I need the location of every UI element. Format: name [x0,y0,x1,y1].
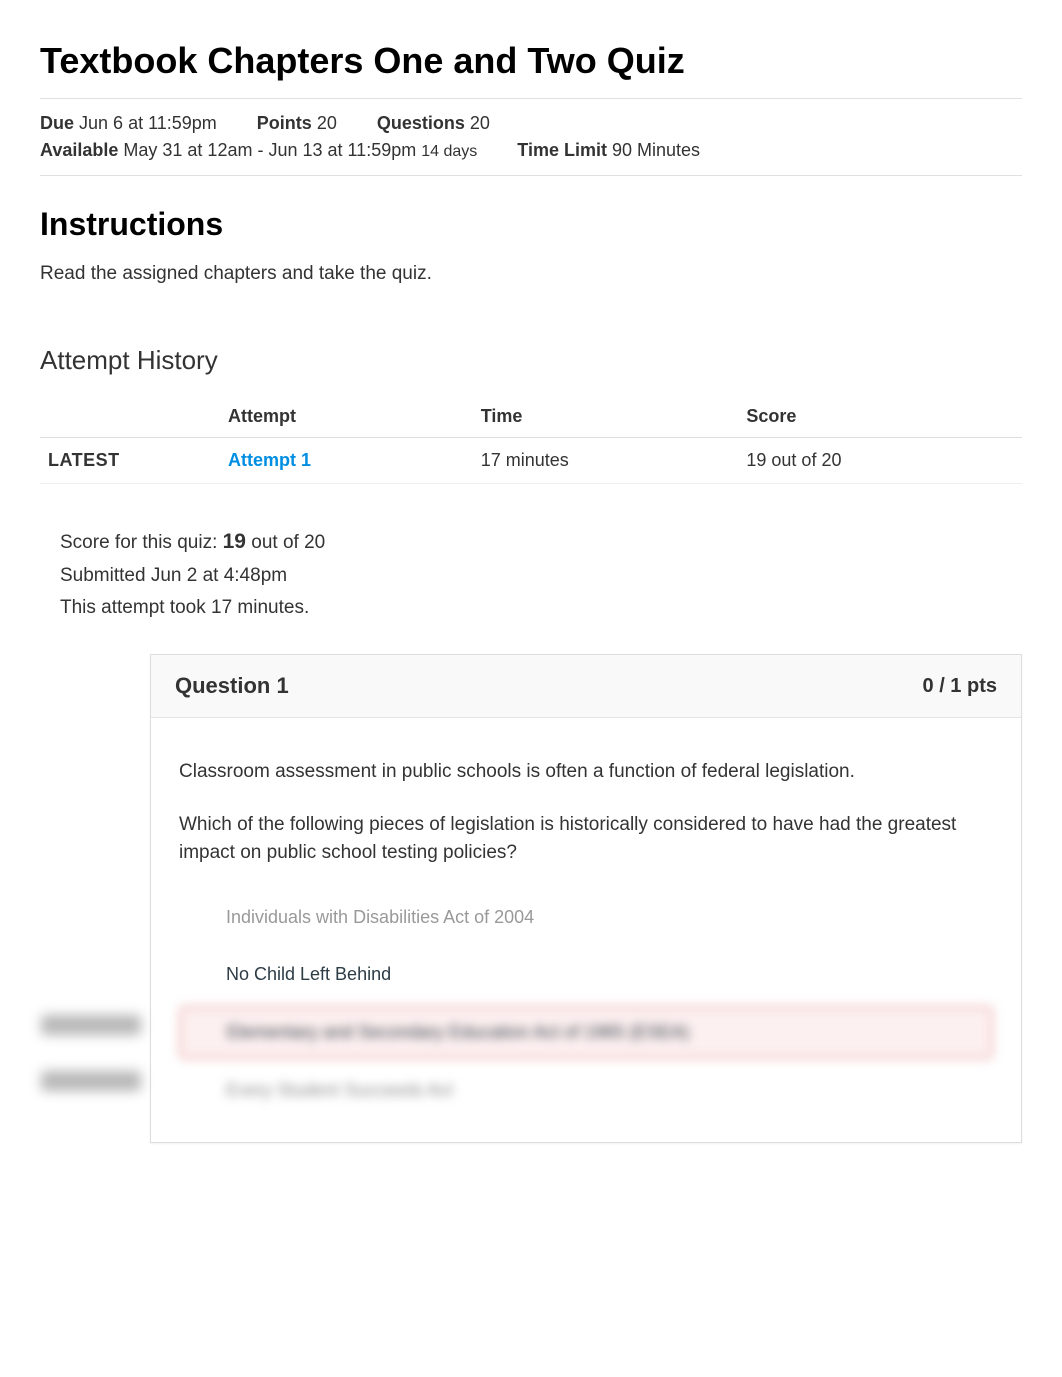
summary-line-2: Submitted Jun 2 at 4:48pm [60,560,1022,592]
col-score: Score [738,396,1022,438]
meta-points: Points 20 [257,113,337,134]
answer-text: Every Student Succeeds Act [226,1080,453,1101]
table-header-row: Attempt Time Score [40,396,1022,438]
quiz-title: Textbook Chapters One and Two Quiz [40,40,1022,82]
meta-questions: Questions 20 [377,113,490,134]
question-text-2: Which of the following pieces of legisla… [179,811,993,868]
question-number: Question 1 [175,673,289,699]
summary-line-3: This attempt took 17 minutes. [60,592,1022,624]
col-blank [40,396,220,438]
quiz-meta-bar: Due Jun 6 at 11:59pm Points 20 Questions… [40,98,1022,176]
instructions-heading: Instructions [40,206,1022,243]
side-annotation [41,1015,141,1035]
answer-option-highlighted: Elementary and Secondary Education Act o… [179,1006,993,1059]
question-points: 0 / 1 pts [923,675,997,698]
latest-tag: LATEST [40,438,220,484]
attempt-time: 17 minutes [473,438,739,484]
answer-text: Individuals with Disabilities Act of 200… [226,907,534,928]
col-time: Time [473,396,739,438]
question-card: Question 1 0 / 1 pts Classroom assessmen… [150,654,1022,1143]
attempt-score: 19 out of 20 [738,438,1022,484]
question-text-1: Classroom assessment in public schools i… [179,758,993,787]
score-summary: Score for this quiz: 19 out of 20 Submit… [60,524,1022,624]
table-row: LATEST Attempt 1 17 minutes 19 out of 20 [40,438,1022,484]
attempt-history-table: Attempt Time Score LATEST Attempt 1 17 m… [40,396,1022,484]
meta-due: Due Jun 6 at 11:59pm [40,113,217,134]
answer-option: Individuals with Disabilities Act of 200… [179,892,993,943]
answer-option: No Child Left Behind [179,949,993,1000]
answer-text: No Child Left Behind [226,964,391,985]
col-attempt: Attempt [220,396,473,438]
answers-list: Individuals with Disabilities Act of 200… [179,892,993,1116]
meta-timelimit: Time Limit 90 Minutes [517,140,700,161]
attempt-link[interactable]: Attempt 1 [228,450,311,470]
instructions-body: Read the assigned chapters and take the … [40,263,1022,285]
summary-line-1: Score for this quiz: 19 out of 20 [60,524,1022,560]
answer-text: Elementary and Secondary Education Act o… [227,1022,689,1043]
question-body: Classroom assessment in public schools i… [151,718,1021,1142]
question-header: Question 1 0 / 1 pts [151,655,1021,718]
side-annotation [41,1071,141,1091]
attempt-history-heading: Attempt History [40,345,1022,376]
answer-option-blurred: Every Student Succeeds Act [179,1065,993,1116]
meta-available: Available May 31 at 12am - Jun 13 at 11:… [40,140,1022,161]
